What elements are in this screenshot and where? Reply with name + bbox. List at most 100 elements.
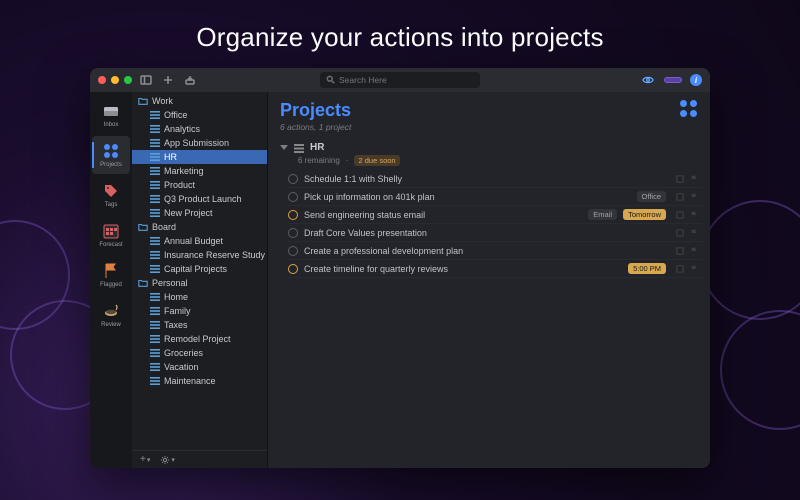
view-options-button[interactable] (640, 72, 656, 88)
perspective-label: Review (101, 322, 121, 328)
marketing-tagline: Organize your actions into projects (0, 0, 800, 53)
flag-indicator-icon (690, 211, 698, 219)
project-label: Remodel Project (164, 334, 231, 344)
disclosure-triangle-icon[interactable] (280, 145, 288, 150)
inbox-icon (102, 102, 120, 120)
folder-item[interactable]: Board (132, 220, 267, 234)
project-item[interactable]: Capital Projects (132, 262, 267, 276)
project-item[interactable]: Maintenance (132, 374, 267, 388)
note-indicator-icon (676, 175, 684, 183)
perspective-forecast[interactable]: Forecast (92, 216, 130, 254)
note-indicator-icon (676, 193, 684, 201)
task-status-circle[interactable] (288, 246, 298, 256)
review-icon (102, 302, 120, 320)
quick-entry-button[interactable] (182, 72, 198, 88)
project-item[interactable]: Vacation (132, 360, 267, 374)
project-label: Q3 Product Launch (164, 194, 242, 204)
search-icon (326, 71, 335, 89)
folder-label: Work (152, 96, 173, 106)
project-item[interactable]: Office (132, 108, 267, 122)
task-title: Draft Core Values presentation (304, 228, 666, 238)
minimize-window-button[interactable] (111, 76, 119, 84)
project-label: Marketing (164, 166, 204, 176)
task-tag[interactable]: Office (637, 191, 666, 202)
flag-indicator-icon (690, 229, 698, 237)
task-title: Schedule 1:1 with Shelly (304, 174, 666, 184)
project-item[interactable]: Analytics (132, 122, 267, 136)
project-label: Office (164, 110, 187, 120)
task-status-circle[interactable] (288, 264, 298, 274)
task-row[interactable]: Pick up information on 401k plan Office (288, 188, 702, 206)
project-item[interactable]: New Project (132, 206, 267, 220)
tags-icon (102, 182, 120, 200)
search-field[interactable] (320, 72, 480, 88)
flag-indicator-icon (690, 193, 698, 201)
inspector-button[interactable]: i (690, 74, 702, 86)
task-list: Schedule 1:1 with Shelly Pick up informat… (268, 166, 710, 278)
folder-item[interactable]: Work (132, 94, 267, 108)
main-content: Projects 6 actions, 1 project HR 6 remai… (268, 92, 710, 468)
task-status-circle[interactable] (288, 192, 298, 202)
perspective-projects[interactable]: Projects (92, 136, 130, 174)
task-title: Create a professional development plan (304, 246, 666, 256)
focus-toggle[interactable] (664, 77, 682, 83)
project-group-header[interactable]: HR (268, 138, 710, 155)
titlebar: i (90, 68, 710, 92)
folder-item[interactable]: Personal (132, 276, 267, 290)
project-label: Analytics (164, 124, 200, 134)
projects-icon (102, 142, 120, 160)
settings-menu-button[interactable]: ▾ (160, 455, 175, 465)
zoom-window-button[interactable] (124, 76, 132, 84)
project-item[interactable]: Annual Budget (132, 234, 267, 248)
perspective-review[interactable]: Review (92, 296, 130, 334)
projects-perspective-icon (680, 100, 698, 118)
perspective-inbox[interactable]: Inbox (92, 96, 130, 134)
close-window-button[interactable] (98, 76, 106, 84)
project-item[interactable]: Insurance Reserve Study (132, 248, 267, 262)
decorative-circle (720, 310, 800, 430)
project-group-name: HR (310, 142, 324, 153)
add-menu-button[interactable]: +▾ (140, 454, 150, 465)
project-label: Taxes (164, 320, 188, 330)
task-status-circle[interactable] (288, 174, 298, 184)
folder-label: Board (152, 222, 176, 232)
task-title: Pick up information on 401k plan (304, 192, 631, 202)
remaining-count: 6 remaining (298, 156, 340, 165)
decorative-circle (700, 200, 800, 320)
task-row[interactable]: Create timeline for quarterly reviews5:0… (288, 260, 702, 278)
perspective-label: Flagged (100, 282, 122, 288)
project-item[interactable]: Remodel Project (132, 332, 267, 346)
task-status-circle[interactable] (288, 210, 298, 220)
task-due-badge: Tomorrow (623, 209, 666, 220)
task-row[interactable]: Draft Core Values presentation (288, 224, 702, 242)
project-item[interactable]: Marketing (132, 164, 267, 178)
toggle-sidebar-button[interactable] (138, 72, 154, 88)
app-window: i Inbox Projects Tags (90, 68, 710, 468)
due-soon-badge: 2 due soon (354, 155, 399, 166)
project-item[interactable]: Product (132, 178, 267, 192)
project-item[interactable]: Family (132, 304, 267, 318)
task-title: Send engineering status email (304, 210, 582, 220)
project-item[interactable]: Taxes (132, 318, 267, 332)
note-indicator-icon (676, 247, 684, 255)
new-action-button[interactable] (160, 72, 176, 88)
perspective-flagged[interactable]: Flagged (92, 256, 130, 294)
project-sidebar: Work Office Analytics App SubmissionHR Marke… (132, 92, 268, 468)
project-item[interactable]: Home (132, 290, 267, 304)
sidebar-footer: +▾ ▾ (132, 450, 267, 468)
project-item[interactable]: HR (132, 150, 267, 164)
task-row[interactable]: Send engineering status email Email Tomorr… (288, 206, 702, 224)
project-item[interactable]: Groceries (132, 346, 267, 360)
perspective-tags[interactable]: Tags (92, 176, 130, 214)
project-label: Family (164, 306, 191, 316)
task-row[interactable]: Create a professional development plan (288, 242, 702, 260)
task-status-circle[interactable] (288, 228, 298, 238)
task-tag[interactable]: Email (588, 209, 617, 220)
task-row[interactable]: Schedule 1:1 with Shelly (288, 170, 702, 188)
folder-label: Personal (152, 278, 188, 288)
perspective-label: Tags (105, 202, 118, 208)
project-item[interactable]: Q3 Product Launch (132, 192, 267, 206)
view-subtitle: 6 actions, 1 project (280, 122, 351, 132)
search-input[interactable] (339, 75, 474, 85)
project-item[interactable]: App Submission (132, 136, 267, 150)
